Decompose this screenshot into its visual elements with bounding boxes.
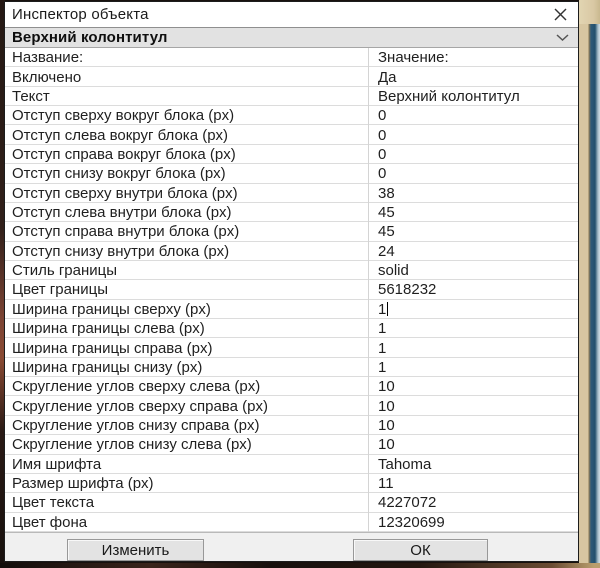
property-name: Отступ слева вокруг блока (px) xyxy=(5,125,369,145)
column-header-value: Значение: xyxy=(378,49,449,67)
table-row[interactable]: Отступ снизу внутри блока (px) 24 xyxy=(5,241,578,261)
property-name: Цвет границы xyxy=(5,280,369,300)
property-name: Скругление углов сверху справа (px) xyxy=(5,396,369,416)
property-name: Отступ снизу внутри блока (px) xyxy=(5,241,369,261)
table-row[interactable]: Ширина границы слева (px) 1 xyxy=(5,319,578,339)
property-name: Цвет фона xyxy=(5,512,369,532)
table-row[interactable]: Имя шрифта Tahoma xyxy=(5,454,578,474)
table-row[interactable]: Отступ справа внутри блока (px) 45 xyxy=(5,222,578,242)
property-value: 45 xyxy=(378,204,395,222)
property-value: 10 xyxy=(378,436,395,454)
property-value: 4227072 xyxy=(378,494,437,512)
table-row[interactable]: Размер шрифта (px) 11 xyxy=(5,473,578,494)
property-name: Ширина границы справа (px) xyxy=(5,338,369,358)
property-value: 1 xyxy=(378,358,387,376)
property-name: Стиль границы xyxy=(5,260,369,281)
property-value: 12320699 xyxy=(378,513,445,531)
property-name: Ширина границы снизу (px) xyxy=(5,357,369,378)
table-row[interactable]: Отступ сверху вокруг блока (px) 0 xyxy=(5,106,578,126)
property-value: Tahoma xyxy=(378,455,432,473)
property-value-editing[interactable]: 1 xyxy=(369,300,578,319)
property-value: 0 xyxy=(378,107,387,125)
property-name: Ширина границы слева (px) xyxy=(5,319,369,339)
property-value: 10 xyxy=(378,378,395,396)
property-value: 11 xyxy=(378,475,394,493)
table-row[interactable]: Скругление углов сверху слева (px) 10 xyxy=(5,377,578,397)
title-bar: Инспектор объекта xyxy=(5,2,578,28)
table-row[interactable]: Скругление углов снизу слева (px) 10 xyxy=(5,435,578,455)
property-name: Отступ справа внутри блока (px) xyxy=(5,222,369,242)
table-row[interactable]: Цвет фона 12320699 xyxy=(5,512,578,532)
table-row[interactable]: Ширина границы справа (px) 1 xyxy=(5,338,578,358)
text-cursor xyxy=(387,302,389,317)
table-row[interactable]: Стиль границы solid xyxy=(5,260,578,281)
close-button[interactable] xyxy=(542,2,578,27)
table-row[interactable]: Отступ справа вокруг блока (px) 0 xyxy=(5,144,578,165)
desktop-background-right-top xyxy=(579,0,600,24)
ok-button[interactable]: ОК xyxy=(353,539,488,561)
property-value: 0 xyxy=(378,126,387,144)
property-value: 0 xyxy=(378,145,387,163)
property-value: 1 xyxy=(378,339,387,357)
property-grid: Название: Значение: Включено Да Текст Ве… xyxy=(5,48,578,532)
property-name: Отступ сверху вокруг блока (px) xyxy=(5,106,369,126)
window-title: Инспектор объекта xyxy=(12,6,149,23)
property-value: 24 xyxy=(378,242,395,260)
table-row[interactable]: Цвет границы 5618232 xyxy=(5,280,578,300)
table-row[interactable]: Скругление углов сверху справа (px) 10 xyxy=(5,396,578,416)
property-name: Цвет текста xyxy=(5,493,369,513)
table-row[interactable]: Отступ слева внутри блока (px) 45 xyxy=(5,202,578,223)
table-header-row: Название: Значение: xyxy=(5,48,578,68)
property-value: 1 xyxy=(378,320,387,338)
property-value: 45 xyxy=(378,223,395,241)
property-name: Отступ справа вокруг блока (px) xyxy=(5,144,369,165)
table-row[interactable]: Отступ слева вокруг блока (px) 0 xyxy=(5,125,578,145)
table-row[interactable]: Ширина границы снизу (px) 1 xyxy=(5,357,578,378)
desktop-background-right xyxy=(579,0,600,568)
close-icon xyxy=(554,8,566,21)
change-button[interactable]: Изменить xyxy=(67,539,204,561)
property-name: Включено xyxy=(5,67,369,87)
object-inspector-window: Инспектор объекта Верхний колонтитул Наз… xyxy=(4,1,579,562)
object-selector-dropdown[interactable]: Верхний колонтитул xyxy=(5,28,578,48)
property-name: Скругление углов снизу справа (px) xyxy=(5,415,369,436)
table-row[interactable]: Отступ снизу вокруг блока (px) 0 xyxy=(5,164,578,184)
selected-object-label: Верхний колонтитул xyxy=(12,29,168,46)
property-name: Скругление углов снизу слева (px) xyxy=(5,435,369,455)
property-value: 0 xyxy=(378,165,387,183)
property-name: Отступ сверху внутри блока (px) xyxy=(5,183,369,203)
chevron-down-icon xyxy=(555,33,570,42)
property-value: Верхний колонтитул xyxy=(378,87,520,105)
table-row[interactable]: Ширина границы сверху (px) 1 xyxy=(5,299,578,320)
table-row[interactable]: Скругление углов снизу справа (px) 10 xyxy=(5,415,578,436)
property-value: 10 xyxy=(378,397,395,415)
property-name: Отступ слева внутри блока (px) xyxy=(5,202,369,223)
property-value: 38 xyxy=(378,184,395,202)
property-value: 5618232 xyxy=(378,281,437,299)
table-row[interactable]: Включено Да xyxy=(5,67,578,87)
property-value: Да xyxy=(378,68,397,86)
property-value: 10 xyxy=(378,417,395,434)
property-name: Текст xyxy=(5,86,369,107)
desktop-background-bottom xyxy=(0,563,600,568)
property-name: Отступ снизу вокруг блока (px) xyxy=(5,164,369,184)
column-header-name: Название: xyxy=(5,48,369,68)
table-row[interactable]: Текст Верхний колонтитул xyxy=(5,86,578,107)
footer-bar: Изменить ОК xyxy=(5,532,578,561)
property-name: Ширина границы сверху (px) xyxy=(5,299,369,320)
table-row[interactable]: Отступ сверху внутри блока (px) 38 xyxy=(5,183,578,203)
property-value: solid xyxy=(378,262,409,280)
property-name: Имя шрифта xyxy=(5,454,369,474)
property-name: Скругление углов сверху слева (px) xyxy=(5,377,369,397)
table-row[interactable]: Цвет текста 4227072 xyxy=(5,493,578,513)
property-name: Размер шрифта (px) xyxy=(5,473,369,494)
